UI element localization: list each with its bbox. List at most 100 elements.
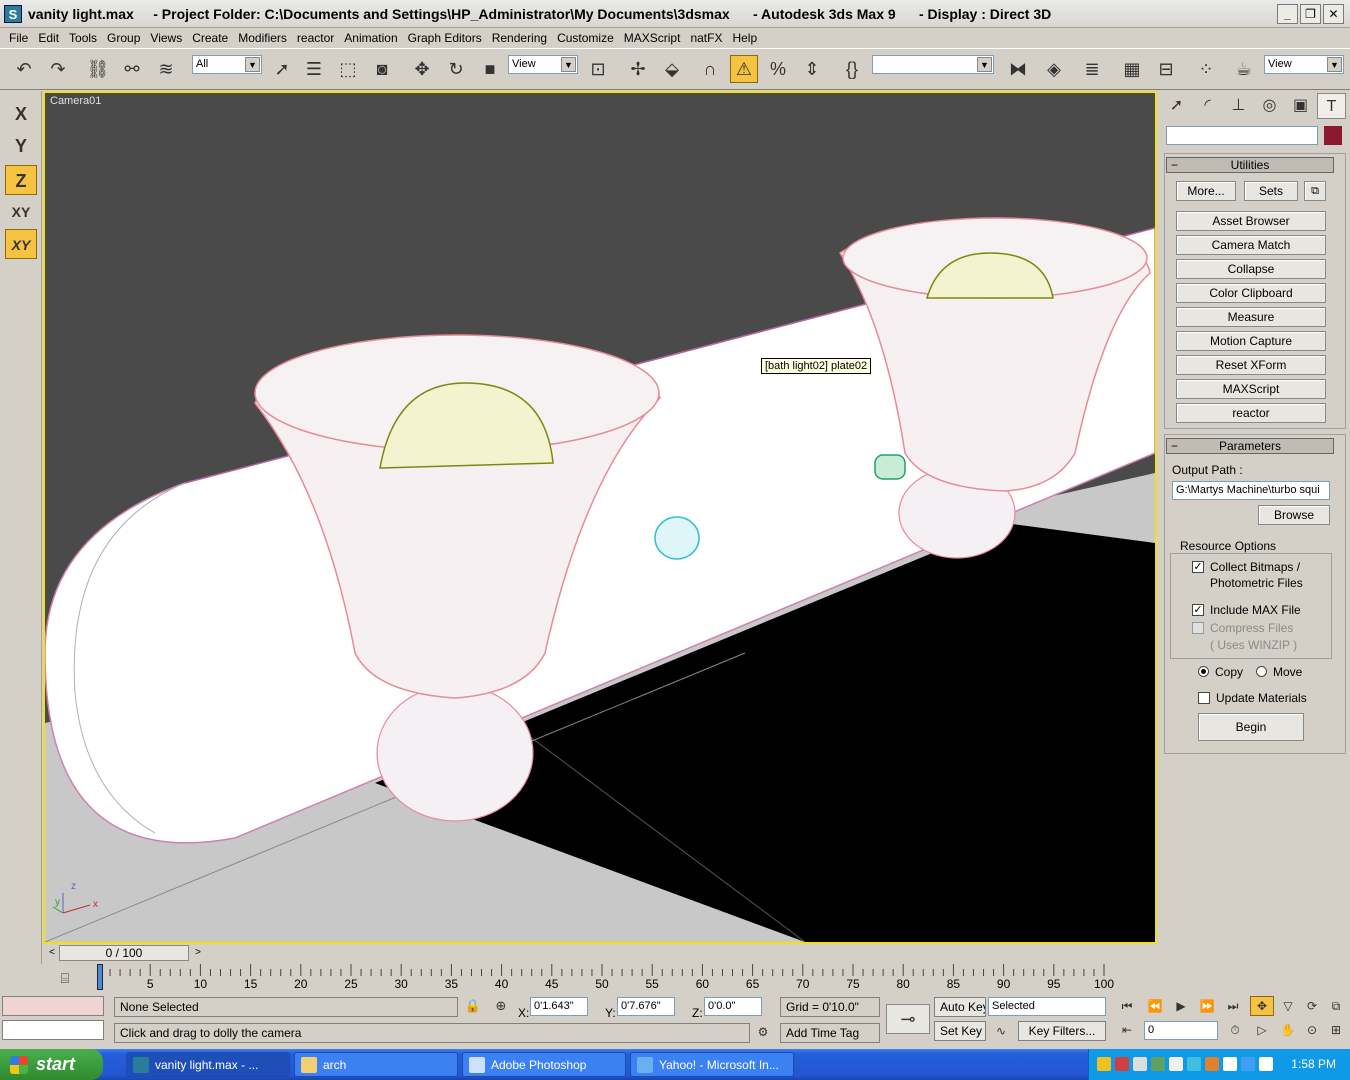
z-coord-field[interactable]: 0'0.0" [704,997,762,1016]
previous-key-icon[interactable]: ⏪ [1142,996,1168,1016]
absolute-mode-icon[interactable]: ⊕ [490,996,512,1016]
redo-icon[interactable]: ↷ [44,55,72,83]
select-and-move-icon[interactable]: ✥ [408,55,436,83]
zoom-icon[interactable]: ✥ [1250,996,1274,1016]
menu-group[interactable]: Group [102,31,145,45]
task-3dsmax[interactable]: vanity light.max - ... [126,1052,290,1077]
keyboard-shortcut-icon[interactable]: ⬙ [658,55,686,83]
time-slider-thumb[interactable]: 0 / 100 [59,945,189,961]
object-color-swatch[interactable] [1324,126,1342,145]
dolly-camera-icon[interactable]: ▷ [1250,1020,1274,1040]
collect-bitmaps-checkbox[interactable]: ✓ [1192,561,1204,573]
set-key-button[interactable]: Set Key [934,1021,986,1041]
modify-tab-icon[interactable]: ◜ [1193,93,1222,119]
roll-camera-icon[interactable]: ⊙ [1300,1020,1324,1040]
select-and-rotate-icon[interactable]: ↻ [442,55,470,83]
adobe-icon[interactable] [1259,1057,1273,1071]
angle-snap-icon[interactable]: ⚠ [730,55,758,83]
update-materials-checkbox[interactable] [1198,692,1210,704]
time-slider[interactable]: < 0 / 100 > [43,945,1157,963]
field-of-view-icon[interactable]: ▽ [1276,996,1300,1016]
selection-lock-icon[interactable]: 🔒 [462,996,484,1016]
maximize-viewport-icon[interactable]: ⊞ [1324,1020,1348,1040]
more-button[interactable]: More... [1176,181,1236,201]
add-time-tag[interactable]: Add Time Tag [780,1023,880,1043]
pen-icon[interactable] [1169,1057,1183,1071]
menu-modifiers[interactable]: Modifiers [233,31,292,45]
key-mode-dropdown[interactable]: Selected [988,997,1106,1016]
align-icon[interactable]: ◈ [1040,55,1068,83]
menu-animation[interactable]: Animation [339,31,402,45]
output-path-field[interactable]: G:\Martys Machine\turbo squi [1172,481,1330,500]
task-internet-explorer[interactable]: Yahoo! - Microsoft In... [630,1052,794,1077]
messenger-icon[interactable] [1187,1057,1201,1071]
close-button[interactable]: ✕ [1323,4,1344,24]
copy-radio[interactable] [1198,666,1209,677]
bind-space-warp-icon[interactable]: ≋ [152,55,180,83]
volume-icon[interactable] [1133,1057,1147,1071]
auto-key-button[interactable]: Auto Key [934,997,986,1017]
menu-file[interactable]: File [4,31,33,45]
render-scene-icon[interactable]: ☕ [1230,55,1258,83]
schematic-view-icon[interactable]: ⊟ [1152,55,1180,83]
reactor-button[interactable]: reactor [1176,403,1326,423]
collapse-button[interactable]: Collapse [1176,259,1326,279]
sets-button[interactable]: Sets [1244,181,1298,201]
axis-x-button[interactable]: X [5,99,37,129]
menu-tools[interactable]: Tools [64,31,102,45]
edit-named-selection-icon[interactable]: {} [838,55,866,83]
unlink-icon[interactable]: ⚯ [118,55,146,83]
material-editor-icon[interactable]: ⁘ [1192,55,1220,83]
minimize-button[interactable]: _ [1277,4,1298,24]
menu-natfx[interactable]: natFX [685,31,727,45]
include-max-checkbox[interactable]: ✓ [1192,604,1204,616]
window-crossing-icon[interactable]: ◙ [368,55,396,83]
menu-views[interactable]: Views [145,31,187,45]
browse-button[interactable]: Browse [1258,505,1330,525]
play-icon[interactable]: ▶ [1168,996,1194,1016]
task-arch[interactable]: arch [294,1052,458,1077]
maxscript-button[interactable]: MAXScript [1176,379,1326,399]
menu-edit[interactable]: Edit [33,31,64,45]
selection-filter-dropdown[interactable]: All ▼ [192,55,262,74]
orbit-camera-icon[interactable]: ⟳ [1300,996,1324,1016]
maxscript-input-mini[interactable] [2,1020,104,1040]
start-button[interactable]: start [0,1049,103,1080]
axis-xy-button[interactable]: XY [5,197,37,227]
utilities-tab-icon[interactable]: T [1317,93,1346,119]
asset-browser-button[interactable]: Asset Browser [1176,211,1326,231]
rectangular-selection-icon[interactable]: ⬚ [334,55,362,83]
update-icon[interactable] [1205,1057,1219,1071]
network-icon[interactable] [1151,1057,1165,1071]
move-radio[interactable] [1256,666,1267,677]
maxscript-listener-mini[interactable] [2,996,104,1016]
select-object-icon[interactable]: ➚ [268,55,296,83]
menu-reactor[interactable]: reactor [292,31,339,45]
time-tag-icon[interactable]: ⚙ [752,1022,774,1042]
hierarchy-tab-icon[interactable]: ⊥ [1224,93,1253,119]
axis-z-button[interactable]: Z [5,165,37,195]
current-frame-field[interactable]: 0 [1144,1021,1218,1040]
go-to-start-icon[interactable]: ⏮ [1114,996,1140,1016]
track-bar[interactable]: 0510152025303540455055606570758085909510… [95,964,1115,994]
select-and-scale-icon[interactable]: ■ [476,55,504,83]
menu-maxscript[interactable]: MAXScript [619,31,686,45]
camera-match-button[interactable]: Camera Match [1176,235,1326,255]
pivot-center-icon[interactable]: ⊡ [584,55,612,83]
shield-icon[interactable] [1097,1057,1111,1071]
menu-rendering[interactable]: Rendering [487,31,552,45]
render-view-dropdown[interactable]: View ▼ [1264,55,1344,74]
measure-button[interactable]: Measure [1176,307,1326,327]
select-and-link-icon[interactable]: ⛓ [84,55,112,83]
spinner-snap-icon[interactable]: ⇕ [798,55,826,83]
menu-create[interactable]: Create [187,31,233,45]
go-to-end-icon[interactable]: ⏭ [1220,996,1246,1016]
percent-snap-icon[interactable]: % [764,55,792,83]
x-coord-field[interactable]: 0'1.643" [530,997,588,1016]
compress-files-checkbox[interactable] [1192,622,1204,634]
axis-y-button[interactable]: Y [5,131,37,161]
pan-icon[interactable]: ✋ [1276,1020,1300,1040]
key-tangent-icon[interactable]: ∿ [990,1021,1012,1041]
y-coord-field[interactable]: 0'7.676" [617,997,675,1016]
key-filters-button[interactable]: Key Filters... [1018,1021,1106,1041]
